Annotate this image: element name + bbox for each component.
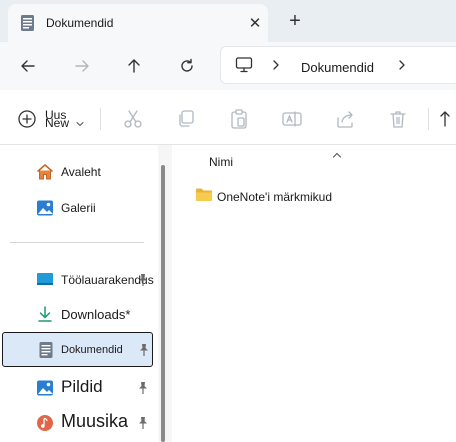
sidebar-item-label: Downloads* [61,307,131,322]
pin-icon[interactable] [138,343,150,357]
documents-icon [37,341,55,359]
downloads-icon [36,305,54,323]
column-header-name[interactable]: Nimi [209,155,233,169]
documents-folder-icon [20,14,36,32]
sidebar-item-label: Galerii [61,201,96,215]
folder-icon [195,187,213,202]
tab-title: Dokumendid [46,16,114,30]
music-icon [36,414,54,432]
navigation-pane: Avaleht Galerii Töölauarakendus Download… [0,145,160,442]
sidebar-item-pildid[interactable]: Pildid [0,371,156,405]
sidebar-item-label: Muusika [61,411,129,431]
new-tab-button[interactable]: + [284,10,306,32]
toolbar-divider [100,108,101,130]
sidebar-item-avaleht[interactable]: Avaleht [0,155,156,189]
sidebar-divider [10,242,144,243]
back-arrow-icon[interactable] [16,54,40,78]
paste-icon[interactable] [228,108,250,130]
chevron-right-icon[interactable] [397,58,407,72]
sidebar-item-downloads[interactable]: Downloads* [0,297,156,331]
up-arrow-icon[interactable] [122,54,146,78]
toolbar-divider [428,108,429,130]
sidebar-item-toolauarakendus[interactable]: Töölauarakendus [0,263,156,297]
refresh-icon[interactable] [175,54,199,78]
close-tab-button[interactable]: ✕ [246,14,264,32]
file-name: OneNote'i märkmikud [217,190,332,204]
breadcrumb-dokumendid[interactable]: Dokumendid [301,60,374,75]
sidebar-item-galerii[interactable]: Galerii [0,191,156,225]
sidebar-item-label: Avaleht [61,165,101,179]
file-explorer-window: Dokumendid ✕ + Dokumendid New Uus Avaleh… [0,0,456,442]
delete-icon[interactable] [387,108,409,130]
new-button-label: Uus [45,108,67,122]
share-icon[interactable] [334,108,356,130]
plus-circle-icon [17,109,37,129]
forward-arrow-icon[interactable] [70,54,94,78]
navigation-bar: Dokumendid [0,42,456,90]
pin-icon[interactable] [137,273,149,287]
chevron-down-icon [76,114,84,127]
pin-icon[interactable] [137,416,149,430]
tab-strip: Dokumendid ✕ + [0,0,456,42]
chevron-right-icon[interactable] [271,58,281,72]
desktop-icon [36,271,54,289]
this-pc-icon[interactable] [235,57,253,73]
gallery-icon [36,199,54,217]
home-icon [36,163,54,181]
address-bar[interactable]: Dokumendid [220,46,456,84]
cut-icon[interactable] [122,108,144,130]
new-button[interactable]: New Uus [14,106,94,132]
copy-icon[interactable] [175,108,197,130]
list-item[interactable]: OneNote'i märkmikud [194,185,434,207]
pin-icon[interactable] [137,381,149,395]
file-list: Nimi OneNote'i märkmikud [172,145,456,442]
command-bar: New Uus [0,90,456,145]
sidebar-item-label: Dokumendid [61,344,123,356]
rename-icon[interactable] [281,108,303,130]
sort-icon[interactable] [438,108,456,130]
sidebar-item-dokumendid[interactable]: Dokumendid [2,332,153,367]
pictures-icon [36,379,54,397]
sort-ascending-icon[interactable] [332,145,342,158]
sidebar-item-muusika[interactable]: Muusika [0,406,156,440]
tab-dokumendid[interactable]: Dokumendid ✕ [8,4,268,42]
sidebar-item-label: Pildid [61,377,103,396]
sidebar-scrollbar-thumb[interactable] [161,165,165,442]
